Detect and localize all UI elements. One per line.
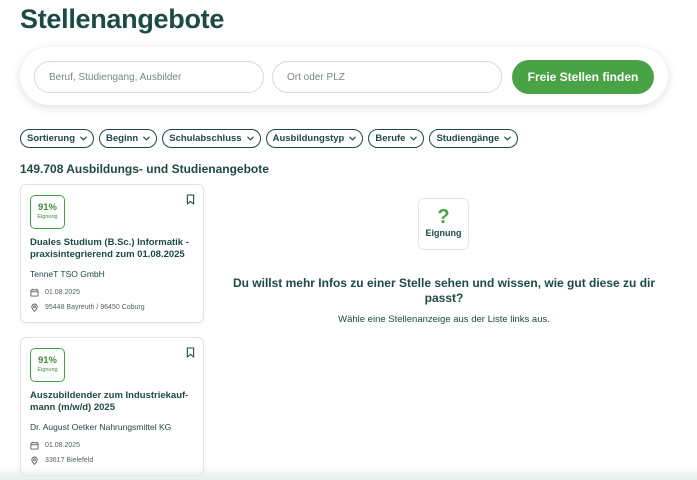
filter-label: Berufe <box>375 133 406 144</box>
chevron-down-icon <box>504 136 512 141</box>
company-name: Dr. August Oetker Nahrungsmittel KG <box>30 422 172 432</box>
company-name: TenneT TSO GmbH <box>30 269 105 279</box>
chevron-down-icon <box>410 136 418 141</box>
fit-label: Eignung <box>425 228 462 238</box>
filter-sortierung[interactable]: Sortierung <box>20 129 95 148</box>
filter-studiengaenge[interactable]: Studiengänge <box>429 129 519 148</box>
filter-label: Studiengänge <box>436 133 500 144</box>
find-jobs-button[interactable]: Freie Stellen finden <box>512 60 654 94</box>
filter-beginn[interactable]: Beginn <box>99 129 158 148</box>
match-label: Eignung <box>37 214 58 220</box>
job-search-input[interactable] <box>34 61 264 93</box>
match-badge: 91% Eignung <box>30 348 65 382</box>
location-row: 33617 Bielefeld <box>30 456 93 465</box>
detail-subtext: Wähle eine Stellenanzeige aus der Liste … <box>338 314 550 325</box>
match-percent: 91% <box>37 202 57 213</box>
calendar-icon <box>30 441 39 450</box>
filter-label: Sortierung <box>27 133 76 144</box>
job-title: Auszubildender zum Industriekauf-mann (m… <box>30 390 189 413</box>
start-date: 01.08.2025 <box>45 442 81 449</box>
job-card[interactable]: 91% Eignung Auszubildender zum Industrie… <box>20 337 204 476</box>
filter-label: Schulabschluss <box>169 133 242 144</box>
calendar-icon <box>30 288 39 297</box>
job-card[interactable]: 91% Eignung Duales Studium (B.Sc.) Infor… <box>20 184 204 323</box>
chevron-down-icon <box>246 136 254 141</box>
filter-bar: Sortierung Beginn Schulabschluss Ausbild… <box>20 129 519 148</box>
detail-heading: Du willst mehr Infos zu einer Stelle seh… <box>232 276 656 305</box>
chevron-down-icon <box>80 136 87 141</box>
location-pin-icon <box>31 303 38 312</box>
location: 95448 Bayreuth / 96450 Coburg <box>45 304 145 311</box>
location-pin-icon <box>31 456 38 465</box>
question-mark-icon: ? <box>437 206 450 228</box>
start-date-row: 01.08.2025 <box>30 441 80 450</box>
fit-badge: ? Eignung <box>418 198 469 250</box>
job-title: Duales Studium (B.Sc.) Informatik - prax… <box>30 237 189 260</box>
search-panel: Freie Stellen finden <box>20 47 668 105</box>
chevron-down-icon <box>349 136 357 141</box>
filter-label: Ausbildungstyp <box>272 133 345 144</box>
filter-label: Beginn <box>106 133 139 144</box>
bookmark-icon[interactable] <box>186 347 195 358</box>
chevron-down-icon <box>143 136 151 141</box>
location-search-input[interactable] <box>272 61 502 93</box>
match-percent: 91% <box>37 355 57 366</box>
start-date-row: 01.08.2025 <box>30 288 80 297</box>
page-title: Stellenangebote <box>20 4 225 34</box>
filter-berufe[interactable]: Berufe <box>368 129 425 148</box>
location: 33617 Bielefeld <box>45 457 94 464</box>
match-badge: 91% Eignung <box>30 195 65 229</box>
scroll-fade <box>0 466 697 480</box>
start-date: 01.08.2025 <box>45 289 81 296</box>
filter-ausbildungstyp[interactable]: Ausbildungstyp <box>265 129 364 148</box>
location-row: 95448 Bayreuth / 96450 Coburg <box>30 303 145 312</box>
result-count: 149.708 Ausbildungs- und Studienangebote <box>20 162 269 176</box>
match-label: Eignung <box>37 367 58 373</box>
filter-schulabschluss[interactable]: Schulabschluss <box>162 129 261 148</box>
bookmark-icon[interactable] <box>186 194 195 205</box>
